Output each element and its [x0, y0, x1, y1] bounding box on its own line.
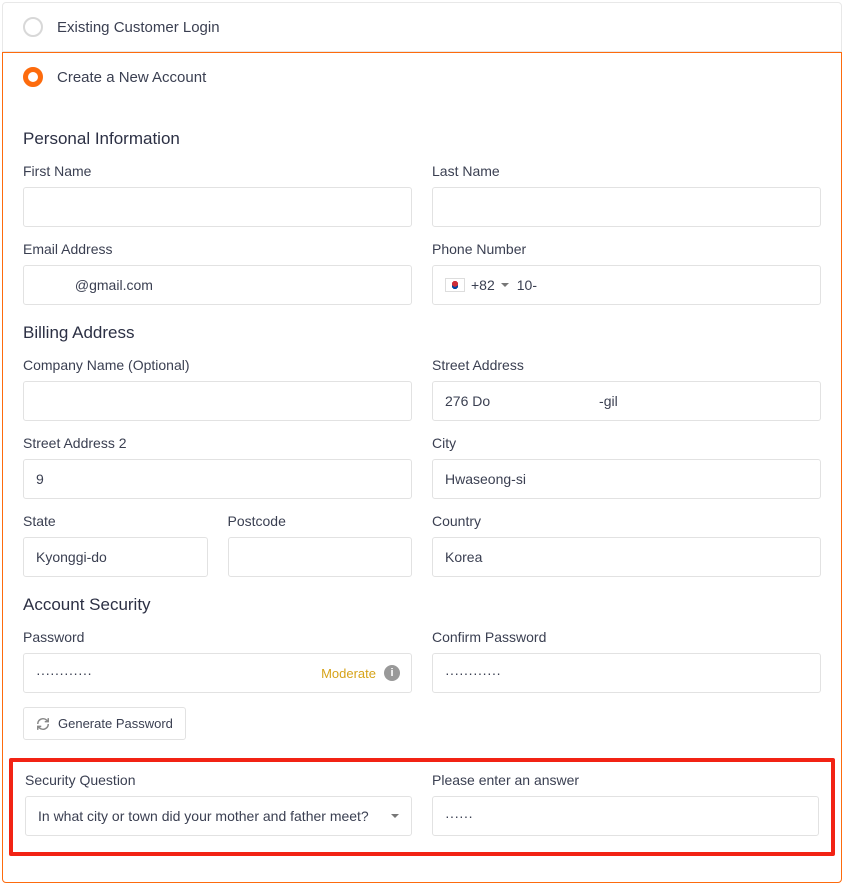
confirm-password-label: Confirm Password — [432, 629, 821, 645]
info-icon[interactable]: i — [384, 665, 400, 681]
security-question-highlight: Security Question In what city or town d… — [9, 758, 835, 856]
city-field[interactable] — [432, 459, 821, 499]
state-label: State — [23, 513, 208, 529]
last-name-label: Last Name — [432, 163, 821, 179]
password-strength: Moderate — [321, 666, 376, 681]
last-name-field[interactable] — [432, 187, 821, 227]
company-field[interactable] — [23, 381, 412, 421]
section-personal-title: Personal Information — [23, 129, 821, 149]
security-answer-field[interactable] — [432, 796, 819, 836]
phone-label: Phone Number — [432, 241, 821, 257]
phone-country-selector[interactable]: +82 — [433, 266, 517, 304]
postcode-label: Postcode — [228, 513, 413, 529]
flag-korea-icon — [445, 278, 465, 292]
city-label: City — [432, 435, 821, 451]
first-name-label: First Name — [23, 163, 412, 179]
radio-existing[interactable] — [23, 17, 43, 37]
generate-password-button[interactable]: Generate Password — [23, 707, 186, 740]
section-billing-title: Billing Address — [23, 323, 821, 343]
first-name-field[interactable] — [23, 187, 412, 227]
state-field[interactable] — [23, 537, 208, 577]
chevron-down-icon — [501, 283, 509, 287]
refresh-icon — [36, 717, 50, 731]
street1-field[interactable] — [432, 381, 821, 421]
phone-field[interactable] — [517, 266, 820, 304]
chevron-down-icon — [391, 814, 399, 818]
password-label: Password — [23, 629, 412, 645]
existing-login-panel[interactable]: Existing Customer Login — [2, 2, 842, 52]
create-account-panel: Create a New Account Personal Informatio… — [2, 52, 842, 883]
email-label: Email Address — [23, 241, 412, 257]
country-field[interactable] — [432, 537, 821, 577]
email-field[interactable] — [23, 265, 412, 305]
security-answer-label: Please enter an answer — [432, 772, 819, 788]
street1-label: Street Address — [432, 357, 821, 373]
phone-field-wrap: +82 — [432, 265, 821, 305]
create-account-header[interactable]: Create a New Account — [3, 53, 841, 101]
section-security-title: Account Security — [23, 595, 821, 615]
existing-login-label: Existing Customer Login — [57, 19, 220, 36]
street2-label: Street Address 2 — [23, 435, 412, 451]
country-label: Country — [432, 513, 821, 529]
security-question-label: Security Question — [25, 772, 412, 788]
create-account-label: Create a New Account — [57, 69, 206, 86]
radio-create[interactable] — [23, 67, 43, 87]
postcode-field[interactable] — [228, 537, 413, 577]
street2-field[interactable] — [23, 459, 412, 499]
company-label: Company Name (Optional) — [23, 357, 412, 373]
security-question-value: In what city or town did your mother and… — [38, 808, 369, 824]
phone-code: +82 — [471, 277, 495, 293]
confirm-password-field[interactable] — [432, 653, 821, 693]
generate-password-label: Generate Password — [58, 716, 173, 731]
security-question-select[interactable]: In what city or town did your mother and… — [25, 796, 412, 836]
